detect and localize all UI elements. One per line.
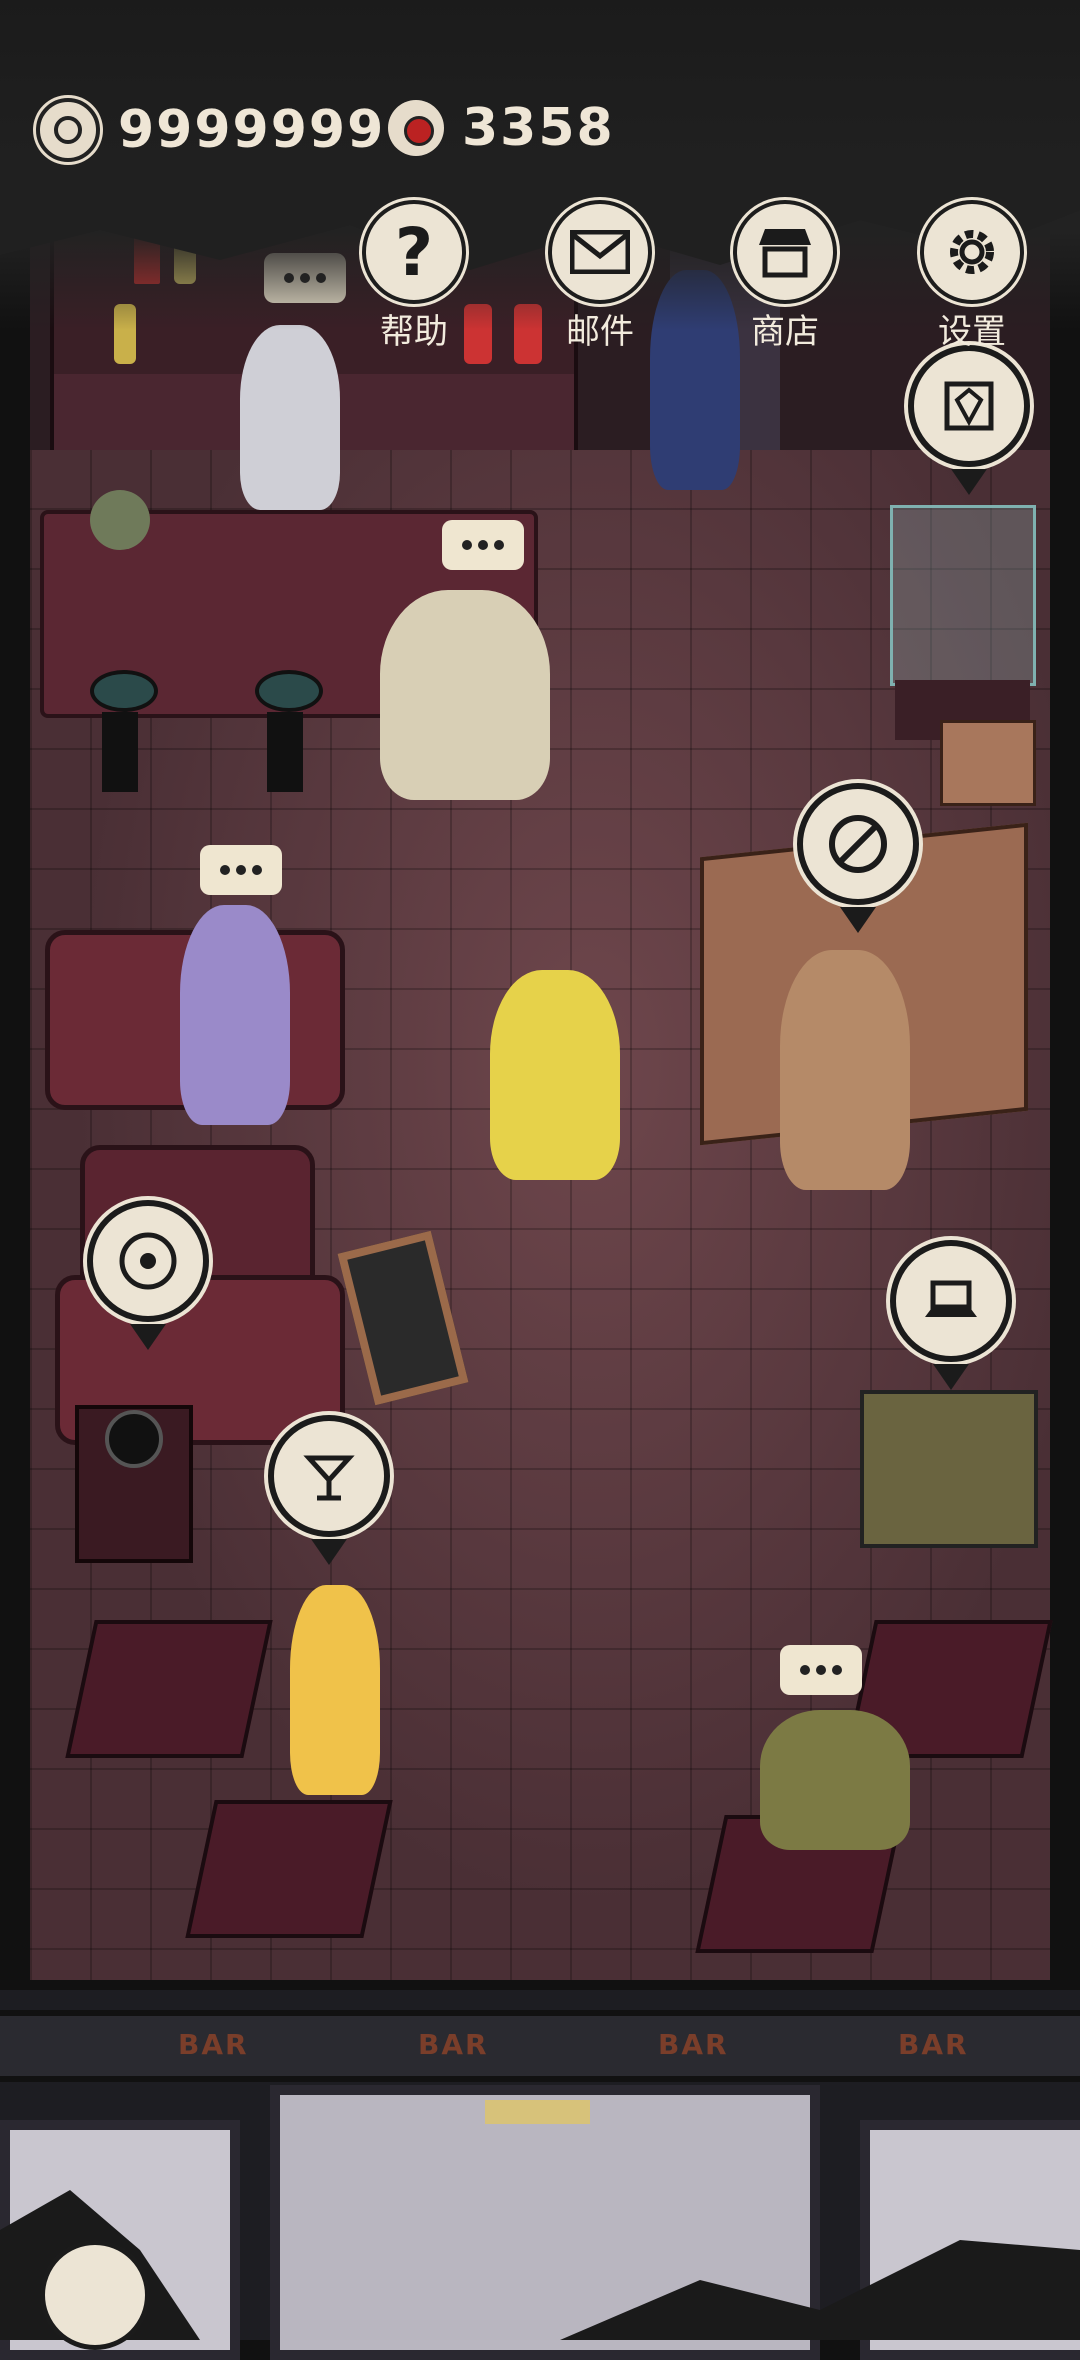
- diamond-frame-icon[interactable]: [908, 345, 1030, 495]
- mail-button[interactable]: 邮件: [548, 200, 652, 353]
- potted-plant: [90, 490, 150, 550]
- help-label: 帮助: [380, 312, 448, 352]
- gear-icon: [920, 200, 1024, 304]
- help-button[interactable]: ? 帮助: [362, 200, 466, 353]
- top-hud: [0, 0, 1080, 330]
- laptop-icon[interactable]: [890, 1240, 1012, 1390]
- skater-girl-character[interactable]: [490, 970, 620, 1180]
- settings-label: 设置: [938, 312, 1006, 352]
- coin-value: 9999999: [118, 100, 386, 160]
- question-mark-icon: ?: [362, 200, 466, 304]
- dining-table: [185, 1800, 393, 1938]
- seated-patrons-character[interactable]: [760, 1710, 910, 1850]
- bartender-character[interactable]: [240, 325, 340, 510]
- corner-menu-icon[interactable]: [40, 2240, 150, 2350]
- speech-bubble[interactable]: [780, 1645, 862, 1695]
- gem-counter[interactable]: 3358: [388, 98, 615, 158]
- dining-table: [65, 1620, 273, 1758]
- shop-button[interactable]: 商店: [733, 200, 837, 353]
- settings-button[interactable]: 设置: [920, 200, 1024, 353]
- ink-brush-overlay: [0, 2190, 1080, 2340]
- mage-character[interactable]: [380, 590, 550, 800]
- cocktail-glass-icon[interactable]: [268, 1415, 390, 1565]
- vinyl-record: [105, 1410, 163, 1468]
- bar-stool: [255, 670, 323, 792]
- red-eye-gem-icon: [388, 100, 444, 156]
- speech-bubble[interactable]: [442, 520, 524, 570]
- bar-stool: [90, 670, 158, 792]
- shop-awning-icon: [733, 200, 837, 304]
- bar-storefront: BAR BAR BAR BAR: [0, 1990, 1080, 2360]
- coin-counter[interactable]: 9999999: [36, 98, 385, 162]
- waitress-character[interactable]: [290, 1585, 380, 1795]
- crate: [940, 720, 1036, 806]
- speech-bubble[interactable]: [200, 845, 282, 895]
- coin-icon: [36, 98, 100, 162]
- computer-desk: [860, 1390, 1038, 1548]
- shop-label: 商店: [751, 312, 819, 352]
- ink-brush-edge: [0, 170, 1080, 270]
- mail-label: 邮件: [566, 312, 634, 352]
- display-case: [890, 505, 1036, 686]
- no-gear-icon[interactable]: [797, 783, 919, 933]
- dwarf-warrior-character[interactable]: [780, 950, 910, 1190]
- envelope-icon: [548, 200, 652, 304]
- gem-value: 3358: [462, 98, 615, 158]
- horned-girl-character[interactable]: [180, 905, 290, 1125]
- vinyl-record-icon[interactable]: [87, 1200, 209, 1350]
